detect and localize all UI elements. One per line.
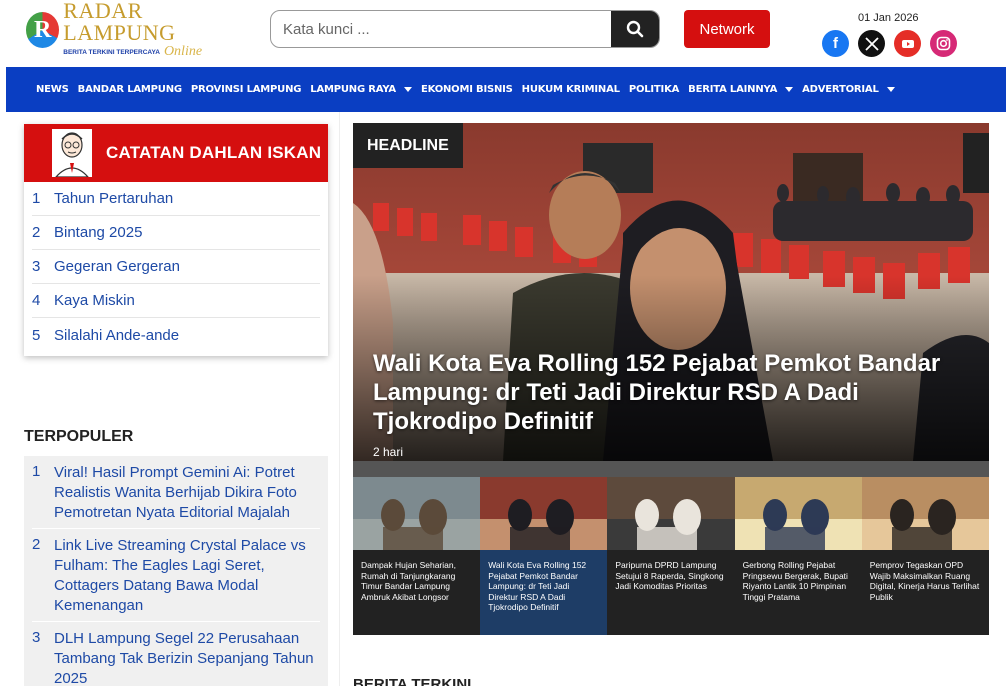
instagram-icon[interactable] [930,30,957,57]
logo-tagline: BERITA TERKINI TERPERCAYA [63,48,160,56]
current-date: 01 Jan 2026 [858,12,919,24]
headline-progress-bar [353,461,989,477]
thumbnail-item[interactable]: Paripurna DPRD Lampung Setujui 8 Raperda… [607,477,735,635]
item-label: DLH Lampung Segel 22 Perusahaan Tambang … [54,630,314,686]
chevron-down-icon [785,87,794,92]
item-label: Viral! Hasil Prompt Gemini Ai: Potret Re… [54,464,297,521]
nav-item-provinsi-lampung[interactable]: PROVINSI LAMPUNG [190,84,302,95]
item-label: Link Live Streaming Crystal Palace vs Fu… [54,537,306,614]
nav-item-label: PROVINSI LAMPUNG [190,84,302,95]
item-label: Silalahi Ande-ande [54,326,180,344]
headline-title[interactable]: Wali Kota Eva Rolling 152 Pejabat Pemkot… [373,349,973,436]
nav-item-label: LAMPUNG RAYA [310,84,396,95]
search-button[interactable] [611,11,659,47]
list-item[interactable]: 3 DLH Lampung Segel 22 Perusahaan Tambang… [32,622,320,686]
item-number: 4 [32,292,41,309]
site-logo[interactable]: R RADAR LAMPUNG BERITA TERKINI TERPERCAY… [26,0,246,59]
nav-item-lampung-raya[interactable]: LAMPUNG RAYA [310,84,412,95]
item-number: 3 [32,629,41,646]
dahlan-list: 1 Tahun Pertaruhan 2 Bintang 2025 3 Gegeran G… [24,182,328,352]
search-icon [626,20,644,38]
logo-mark-icon: R [26,12,60,48]
terpopuler-title: TERPOPULER [24,428,134,445]
thumbnail-caption: Pemprov Tegaskan OPD Wajib Maksimalkan R… [861,550,989,635]
item-number: 2 [32,536,41,553]
nav-item-label: NEWS [36,84,69,95]
item-number: 2 [32,224,41,241]
item-label: Kaya Miskin [54,292,135,309]
list-item[interactable]: 5 Silalahi Ande-ande [32,318,320,352]
nav-item-label: ADVERTORIAL [802,84,879,95]
nav-item-label: HUKUM KRIMINAL [521,84,620,95]
dahlan-iskan-box: CATATAN DAHLAN ISKAN 1 Tahun Pertaruhan 2 B… [24,124,328,356]
search-box [270,10,660,48]
nav-item-label: BERITA LAINNYA [688,84,778,95]
list-item[interactable]: 2 Bintang 2025 [32,216,320,250]
item-number: 1 [32,190,41,207]
headline-time: 2 hari [373,445,404,459]
headline-thumbnails: Dampak Hujan Seharian, Rumah di Tanjungk… [353,477,989,635]
nav-item-ekonomi-bisnis[interactable]: EKONOMI BISNIS [421,84,513,95]
thumbnail-caption: Paripurna DPRD Lampung Setujui 8 Raperda… [607,550,735,635]
social-links: f [822,30,957,57]
item-label: Gegeran Gergeran [54,258,180,275]
terpopuler-list: 1 Viral! Hasil Prompt Gemini Ai: Potret R… [24,456,328,686]
chevron-down-icon [886,87,895,92]
item-number: 1 [32,463,41,480]
list-item[interactable]: 3 Gegeran Gergeran [32,250,320,284]
list-item[interactable]: 1 Viral! Hasil Prompt Gemini Ai: Potret R… [32,456,320,529]
item-number: 5 [32,326,41,344]
site-header: R RADAR LAMPUNG BERITA TERKINI TERPERCAY… [0,0,1006,66]
thumbnail-photo [861,477,989,550]
item-number: 3 [32,258,41,275]
list-item[interactable]: 4 Kaya Miskin [32,284,320,318]
thumbnail-photo [607,477,735,550]
nav-item-politika[interactable]: POLITIKA [628,84,680,95]
thumbnail-caption: Dampak Hujan Seharian, Rumah di Tanjungk… [353,550,481,635]
nav-item-label: BANDAR LAMPUNG [77,84,182,95]
network-button[interactable]: Network [684,10,770,48]
dahlan-title: CATATAN DAHLAN ISKAN [106,143,322,162]
nav-item-bandar-lampung[interactable]: BANDAR LAMPUNG [78,84,182,95]
chevron-down-icon [403,87,412,92]
headline-card[interactable]: HEADLINE Wali Kota Eva Rolling 152 Pejab… [353,123,989,461]
x-icon[interactable] [858,30,885,57]
thumbnail-item[interactable]: Dampak Hujan Seharian, Rumah di Tanjungk… [353,477,481,635]
dahlan-portrait-icon [52,129,92,177]
nav-item-label: EKONOMI BISNIS [420,84,513,95]
logo-title: RADAR LAMPUNG [63,0,176,45]
thumbnail-item[interactable]: Gerbong Rolling Pejabat Pringsewu Berger… [734,477,862,635]
logo-online: Online [163,44,203,59]
thumbnail-photo [480,477,608,550]
headline-badge: HEADLINE [353,123,463,168]
list-item[interactable]: 2 Link Live Streaming Crystal Palace vs F… [32,529,320,622]
thumbnail-photo [353,477,481,550]
thumbnail-item[interactable]: Pemprov Tegaskan OPD Wajib Maksimalkan R… [861,477,989,635]
thumbnail-photo [734,477,862,550]
main-nav: NEWS BANDAR LAMPUNG PROVINSI LAMPUNG LAMPUN… [6,67,1006,112]
berita-terkini-title: BERITA TERKINI [353,676,472,686]
search-input[interactable] [271,11,611,47]
dahlan-header[interactable]: CATATAN DAHLAN ISKAN [24,124,328,182]
nav-item-label: POLITIKA [628,84,680,95]
youtube-icon[interactable] [894,30,921,57]
thumbnail-caption: Wali Kota Eva Rolling 152 Pejabat Pemkot… [480,550,608,635]
item-label: Tahun Pertaruhan [54,190,174,207]
list-item[interactable]: 1 Tahun Pertaruhan [32,182,320,216]
nav-item-advertorial[interactable]: ADVERTORIAL [802,84,895,95]
thumbnail-caption: Gerbong Rolling Pejabat Pringsewu Berger… [734,550,862,635]
item-label: Bintang 2025 [54,224,143,241]
nav-item-berita-lainnya[interactable]: BERITA LAINNYA [688,84,794,95]
nav-item-hukum-kriminal[interactable]: HUKUM KRIMINAL [522,84,620,95]
nav-item-news[interactable]: NEWS [36,84,69,95]
facebook-icon[interactable]: f [822,30,849,57]
thumbnail-item[interactable]: Wali Kota Eva Rolling 152 Pejabat Pemkot… [480,477,608,635]
